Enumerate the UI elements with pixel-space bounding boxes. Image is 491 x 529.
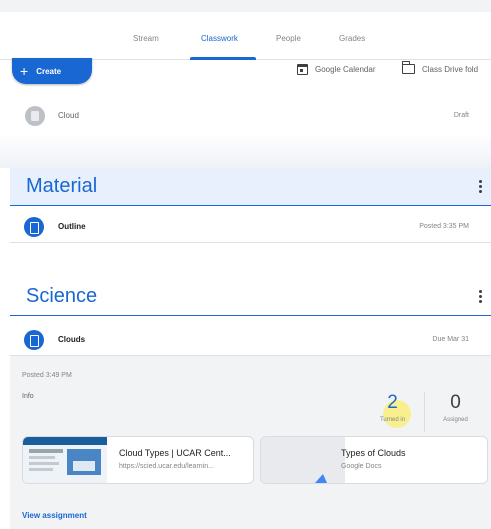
draft-title: Cloud — [58, 111, 79, 120]
assignment-icon — [24, 330, 44, 350]
webpage-thumbnail-icon — [23, 437, 107, 483]
topic-header-material: Material — [10, 168, 491, 206]
turned-in-count: 2 — [387, 392, 398, 413]
google-docs-thumbnail-icon — [261, 437, 345, 483]
classwork-tabs: Stream Classwork People Grades — [0, 12, 491, 60]
list-item-clouds[interactable]: Clouds Due Mar 31 — [10, 324, 491, 356]
info-label: Info — [22, 393, 34, 400]
topic-title: Material — [26, 175, 98, 197]
section-spacer — [0, 244, 491, 274]
google-calendar-link[interactable]: Google Calendar — [297, 64, 375, 75]
attachment-type: Google Docs — [341, 463, 382, 470]
tab-people[interactable]: People — [276, 34, 301, 43]
calendar-icon — [297, 64, 308, 75]
active-tab-indicator — [190, 57, 256, 60]
assigned-count: 0 — [450, 392, 461, 413]
topic-header-science: Science — [10, 278, 491, 316]
attachment-google-doc[interactable]: Types of Clouds Google Docs — [260, 436, 488, 484]
item-posted-time: Posted 3:35 PM — [419, 223, 469, 230]
tab-classwork[interactable]: Classwork — [201, 34, 238, 43]
class-drive-folder-label: Class Drive fold — [422, 64, 479, 74]
assigned-stat[interactable]: 0 Assigned — [428, 392, 483, 423]
class-drive-folder-link[interactable]: Class Drive fold — [401, 61, 479, 74]
item-due-date: Due Mar 31 — [432, 336, 469, 343]
view-assignment-link[interactable]: View assignment — [22, 511, 87, 520]
item-title: Outline — [58, 222, 86, 231]
create-label: Create — [36, 66, 62, 76]
plus-icon: + — [20, 63, 29, 79]
top-band — [0, 0, 491, 12]
assignment-details: Posted 3:49 PM Info 2 Turned in 0 Assign… — [10, 356, 491, 529]
attachment-title: Types of Clouds — [341, 448, 406, 458]
turned-in-stat[interactable]: 2 Turned in — [365, 392, 420, 423]
draft-status: Draft — [453, 112, 469, 119]
folder-icon — [401, 61, 415, 74]
attachment-title: Cloud Types | UCAR Cent... — [119, 448, 231, 458]
assigned-label: Assigned — [443, 417, 468, 423]
attachment-link-ucar[interactable]: Cloud Types | UCAR Cent... https://scied… — [22, 436, 254, 484]
attachment-url: https://scied.ucar.edu/learnin... — [119, 463, 214, 470]
section-spacer — [0, 134, 491, 168]
posted-time: Posted 3:49 PM — [22, 372, 72, 379]
material-icon — [24, 217, 44, 237]
topic-title: Science — [26, 285, 98, 307]
tab-stream[interactable]: Stream — [133, 34, 159, 43]
turned-in-label: Turned in — [379, 417, 406, 423]
stat-divider — [424, 392, 425, 432]
draft-assignment-icon — [25, 106, 45, 126]
create-button[interactable]: + Create — [12, 58, 92, 84]
google-calendar-label: Google Calendar — [315, 65, 376, 74]
item-title: Clouds — [58, 335, 86, 344]
tab-grades[interactable]: Grades — [339, 34, 365, 43]
more-options-icon[interactable] — [479, 180, 483, 195]
list-item-outline[interactable]: Outline Posted 3:35 PM — [10, 211, 491, 243]
more-options-icon[interactable] — [479, 290, 483, 305]
draft-item[interactable]: Cloud Draft — [0, 100, 491, 134]
